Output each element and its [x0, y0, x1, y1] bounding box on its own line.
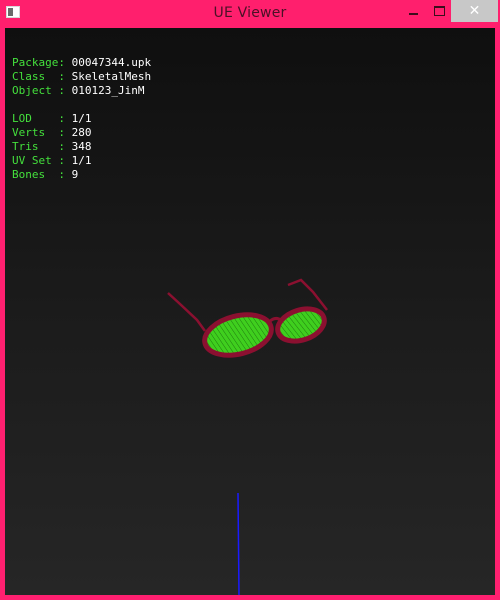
axis-line: [237, 492, 240, 595]
mesh-render: [167, 278, 328, 595]
left-temple-arm: [167, 292, 207, 332]
minimize-icon: [408, 13, 418, 15]
3d-viewport[interactable]: Package: 00047344.upk Class : SkeletalMes…: [5, 28, 495, 595]
app-window: UE Viewer ✕ Package: 00047344.upk Class :…: [0, 0, 500, 600]
maximize-icon: [433, 6, 445, 16]
left-lens: [202, 312, 274, 358]
maximize-button[interactable]: [424, 0, 454, 22]
title-bar[interactable]: UE Viewer ✕: [0, 0, 500, 28]
close-icon: ✕: [468, 3, 481, 19]
right-temple-arm: [287, 278, 328, 311]
sunglasses-mesh: [167, 278, 328, 358]
close-button[interactable]: ✕: [451, 0, 498, 22]
right-lens: [275, 306, 327, 344]
